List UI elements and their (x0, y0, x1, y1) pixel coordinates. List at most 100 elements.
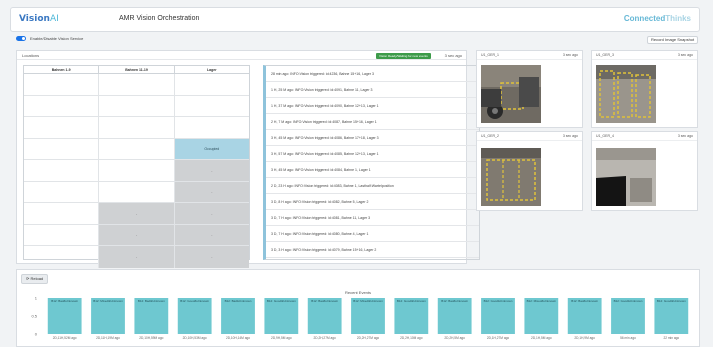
bar-data-label: B12: Good&Unknown (657, 299, 686, 303)
grid-row (24, 74, 249, 96)
event-log[interactable]: 28 min ago: INFO:Vision triggered: id:42… (263, 65, 480, 260)
location-cell[interactable] (175, 117, 249, 138)
locations-title: Locations (22, 53, 40, 58)
top-bar: VisionAI AMR Vision Orchestration Connec… (10, 7, 700, 32)
locations-timestamp: 3 sec ago (444, 53, 462, 58)
bar-data-label: B12: Bad&Unknown (311, 299, 338, 303)
location-cell[interactable] (99, 74, 175, 95)
location-cell[interactable] (24, 246, 100, 268)
vision-service-toggle-label: Enable/Disable Vision Service (30, 36, 84, 41)
bar-data-label: B12: Bad&Unknown (441, 299, 468, 303)
grid-row: -- (24, 224, 249, 246)
location-cell[interactable]: - (174, 181, 249, 202)
location-cell[interactable] (175, 96, 249, 117)
bar-data-label: B12: Good&Unknown (180, 299, 209, 303)
camera-image (481, 148, 541, 206)
chart-bar[interactable] (177, 298, 212, 334)
camera-name: U1_GER_4 (596, 134, 614, 138)
log-entry: 3 D, 8 H ago: INFO:Vision triggered: id:… (266, 194, 479, 210)
location-cell[interactable] (24, 160, 100, 181)
chart-bar[interactable] (654, 298, 689, 334)
location-cell[interactable]: Occupied (174, 138, 249, 159)
chart-bar[interactable] (394, 298, 429, 334)
chart-bar[interactable] (47, 298, 82, 334)
grid-row (24, 117, 249, 139)
chart-bar[interactable] (91, 298, 125, 334)
vision-service-toggle-row[interactable]: Enable/Disable Vision Service (16, 36, 83, 41)
vision-service-toggle[interactable] (16, 36, 26, 41)
log-entry: 3 D, 3 H ago: INFO:Vision triggered: id:… (266, 242, 479, 258)
location-cell[interactable]: - (174, 246, 249, 268)
log-entry: 1 H, 25 M ago: INFO:Vision triggered: id… (266, 82, 479, 98)
log-entry: 1 H, 37 M ago: INFO:Vision triggered: id… (266, 98, 479, 114)
camera-card[interactable]: U1_GER_1 3 sec ago (476, 50, 583, 128)
x-tick-label: 2D,10H,53M ago (183, 336, 207, 340)
location-cell[interactable]: - (174, 203, 249, 224)
brand-logo: VisionAI (19, 14, 59, 24)
chart-bar[interactable] (307, 298, 342, 334)
y-tick-label: 1 (35, 296, 38, 301)
camera-timestamp: 3 sec ago (562, 134, 578, 138)
grid-column-header: Bahnen 1-9 (24, 66, 100, 73)
log-entry: 3 H, 45 M ago: INFO:Vision triggered: id… (266, 162, 479, 178)
location-cell[interactable] (99, 138, 175, 159)
camera-card[interactable]: U1_GER_3 3 sec ago (591, 50, 698, 128)
location-cell[interactable] (24, 224, 100, 245)
x-tick-label: 56 min ago (620, 336, 636, 340)
x-tick-label: 2D,10H,59M ago (139, 336, 163, 340)
location-cell[interactable] (99, 117, 175, 138)
location-cell[interactable]: - (99, 203, 175, 224)
x-tick-label: 2D,10H,14M ago (226, 336, 250, 340)
grid-row (24, 95, 249, 117)
camera-card[interactable]: U1_GER_4 3 sec ago (591, 131, 698, 211)
camera-card[interactable]: U1_GER_2 3 sec ago (476, 131, 583, 211)
x-tick-label: 2D,1H,27M ago (487, 336, 510, 340)
location-cell[interactable] (24, 117, 100, 138)
grid-row: - (24, 160, 249, 182)
bar-data-label: B12: Good&Unknown (484, 299, 513, 303)
location-cell[interactable] (24, 95, 100, 116)
grid-column-header: Lager (207, 68, 217, 72)
chart-bar[interactable] (437, 298, 472, 334)
location-cell[interactable] (24, 181, 100, 202)
chart-bar[interactable] (221, 298, 255, 334)
x-tick-label: 2D,2H,10M ago (400, 336, 423, 340)
locations-panel: Locations Vision Ready/Waiting for new e… (16, 50, 480, 268)
chart-bar[interactable] (264, 298, 299, 334)
location-cell[interactable] (99, 95, 175, 116)
chart-bar[interactable] (611, 298, 645, 334)
status-badge: Vision Ready/Waiting for new events (376, 52, 431, 59)
bar-data-label: B12: Mixed&Unknown (527, 299, 557, 303)
bar-data-label: B12: Mixed&Unknown (93, 299, 123, 303)
location-cell[interactable] (24, 138, 100, 159)
location-cell[interactable]: - (174, 224, 249, 245)
chart-bar[interactable] (134, 298, 169, 334)
x-tick-label: 2D,1H,9M ago (574, 336, 595, 340)
location-cell[interactable] (99, 160, 175, 181)
x-tick-label: 2D,2H,5M ago (444, 336, 465, 340)
chart-bar[interactable] (567, 298, 602, 334)
chart-bar[interactable] (481, 298, 515, 334)
record-snapshot-button[interactable]: Record Image Snapshot (647, 36, 699, 44)
reload-button[interactable]: ⟳ Reload (21, 274, 49, 284)
grid-column-header: Bahnen 11-19 (99, 66, 175, 73)
chart-bar[interactable] (351, 298, 385, 334)
chart-bar[interactable] (524, 298, 559, 334)
camera-image (481, 65, 541, 123)
bar-data-label: B12: Mixed&Unknown (353, 299, 383, 303)
location-cell[interactable] (175, 74, 249, 95)
grid-row: -- (24, 203, 249, 225)
log-entry: 3 D, 7 H ago: INFO:Vision triggered: id:… (266, 226, 479, 242)
location-cell[interactable]: - (99, 224, 175, 245)
camera-name: U1_GER_1 (481, 53, 499, 57)
log-entry: 3 H, 45 M ago: INFO:Vision triggered: id… (266, 130, 479, 146)
log-entry: 2 D, 23 H ago: INFO:Vision triggered: id… (266, 178, 479, 194)
location-cell[interactable]: - (99, 246, 175, 268)
bar-data-label: B12: Good&Unknown (614, 299, 643, 303)
location-cell[interactable] (24, 74, 100, 95)
location-cell[interactable]: - (174, 160, 249, 181)
location-cell[interactable] (24, 203, 100, 224)
location-cell[interactable] (99, 181, 175, 202)
locations-header: Locations Vision Ready/Waiting for new e… (17, 51, 466, 60)
bar-data-label: B12: Bad&Unknown (138, 299, 165, 303)
